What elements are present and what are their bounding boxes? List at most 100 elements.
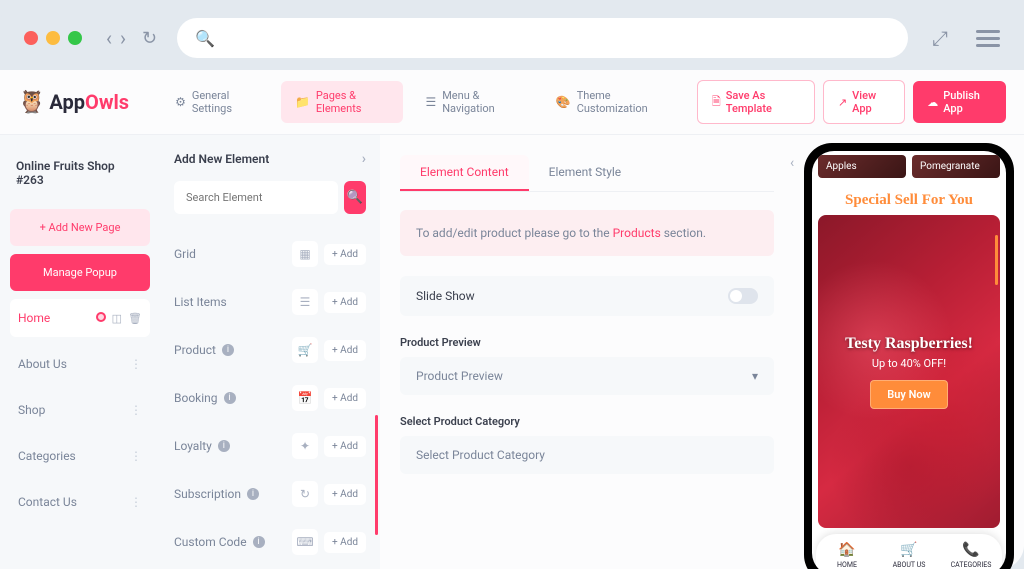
slide-show-toggle-row: Slide Show (400, 276, 774, 316)
list-icon: ☰ (292, 289, 318, 315)
content-panel: Element Content Element Style To add/edi… (380, 135, 794, 569)
nav-home[interactable]: 🏠 HOME (816, 534, 878, 569)
page-label: Contact Us (18, 495, 77, 509)
palette-icon: 🎨 (556, 95, 571, 109)
scrollbar[interactable] (995, 235, 998, 285)
nav-menu-navigation[interactable]: ☰ Menu & Navigation (411, 81, 533, 123)
buy-now-button[interactable]: Buy Now (870, 380, 947, 409)
info-icon[interactable]: i (222, 344, 234, 356)
chevron-left-icon[interactable]: ‹ (790, 155, 794, 171)
slide-show-toggle[interactable] (728, 288, 758, 304)
nav-label: CATEGORIES (951, 561, 992, 569)
phone-icon: 📞 (962, 542, 979, 558)
view-app-button[interactable]: ↗ View App (823, 80, 905, 124)
logo-text-owls: Owls (85, 90, 129, 114)
category-chip-apples[interactable]: Apples (818, 155, 906, 178)
tab-element-content[interactable]: Element Content (400, 155, 529, 191)
add-product-button[interactable]: + Add (324, 340, 366, 361)
sidebar-page-contact[interactable]: Contact Us ⋮ (10, 483, 150, 521)
products-link[interactable]: Products (613, 226, 661, 240)
nav-pages-elements[interactable]: 📁 Pages & Elements (281, 81, 404, 123)
nav-categories[interactable]: 📞 CATEGORIES (940, 534, 1002, 569)
expand-icon[interactable]: ⤢ (932, 26, 948, 50)
nav-about[interactable]: 🛒 ABOUT US (878, 534, 940, 569)
info-icon[interactable]: i (253, 536, 265, 548)
logo-text-app: App (49, 90, 85, 114)
add-subscription-button[interactable]: + Add (324, 484, 366, 505)
nav-label: HOME (837, 561, 857, 569)
sidebar-page-home[interactable]: Home ◫ 🗑 (10, 299, 150, 337)
maximize-window-icon[interactable] (68, 31, 82, 45)
add-code-button[interactable]: + Add (324, 532, 366, 553)
chevron-right-icon[interactable]: › (362, 151, 366, 167)
sidebar-page-categories[interactable]: Categories ⋮ (10, 437, 150, 475)
nav-label: General Settings (192, 89, 259, 115)
nav-label: Menu & Navigation (442, 89, 520, 115)
external-icon: ↗ (838, 96, 847, 109)
delete-icon[interactable]: 🗑 (128, 312, 142, 325)
info-icon[interactable]: i (247, 488, 259, 500)
gear-icon: ⚙ (175, 95, 186, 109)
category-chip-pomegranate[interactable]: Pomegranate (912, 155, 1000, 178)
menu-icon[interactable] (976, 26, 1000, 51)
nav-theme-customization[interactable]: 🎨 Theme Customization (542, 81, 681, 123)
add-grid-button[interactable]: + Add (324, 244, 366, 265)
product-category-select[interactable]: Select Product Category (400, 436, 774, 474)
save-template-button[interactable]: 🗎 Save As Template (697, 80, 815, 124)
element-booking: Booking i 📅 + Add (174, 374, 366, 422)
search-element-input[interactable] (174, 181, 338, 214)
manage-popup-button[interactable]: Manage Popup (10, 254, 150, 291)
more-icon[interactable]: ⋮ (130, 449, 142, 463)
copy-icon[interactable]: ◫ (112, 312, 122, 325)
owl-icon: 🦉 (18, 90, 45, 115)
cart-icon: 🛒 (292, 337, 318, 363)
select-category-label: Select Product Category (400, 415, 774, 428)
element-label: Product (174, 343, 216, 357)
phone-bottom-nav: 🏠 HOME 🛒 ABOUT US 📞 CATEGORIES (816, 534, 1002, 569)
page-label: Shop (18, 403, 45, 417)
traffic-lights (24, 31, 82, 45)
add-booking-button[interactable]: + Add (324, 388, 366, 409)
search-icon: 🔍 (347, 190, 363, 205)
add-loyalty-button[interactable]: + Add (324, 436, 366, 457)
element-label: Grid (174, 247, 196, 261)
refresh-icon: ↻ (292, 481, 318, 507)
star-icon: ✦ (292, 433, 318, 459)
url-bar[interactable]: 🔍 (177, 18, 908, 58)
add-new-page-button[interactable]: + Add New Page (10, 209, 150, 246)
more-icon[interactable]: ⋮ (130, 495, 142, 509)
browser-chrome: ‹ › ↻ 🔍 ⤢ (0, 0, 1024, 70)
search-button[interactable]: 🔍 (344, 181, 366, 214)
nav-general-settings[interactable]: ⚙ General Settings (161, 81, 273, 123)
logo: 🦉 AppOwls (18, 90, 129, 115)
forward-icon[interactable]: › (120, 26, 126, 50)
reload-icon[interactable]: ↻ (142, 28, 157, 49)
phone-screen: Apples Pomegranate Special Sell For You … (812, 151, 1006, 569)
nav-label: Pages & Elements (316, 89, 390, 115)
top-bar: 🦉 AppOwls ⚙ General Settings 📁 Pages & E… (0, 70, 1024, 135)
element-grid: Grid ▦ + Add (174, 230, 366, 278)
close-window-icon[interactable] (24, 31, 38, 45)
sidebar-page-shop[interactable]: Shop ⋮ (10, 391, 150, 429)
minimize-window-icon[interactable] (46, 31, 60, 45)
more-icon[interactable]: ⋮ (130, 403, 142, 417)
scrollbar[interactable] (375, 415, 378, 535)
product-preview-select[interactable]: Product Preview ▾ (400, 357, 774, 395)
back-icon[interactable]: ‹ (106, 26, 112, 50)
hero-title: Testy Raspberries! (845, 335, 973, 353)
more-icon[interactable]: ⋮ (130, 357, 142, 371)
tab-element-style[interactable]: Element Style (529, 155, 642, 191)
element-product: Product i 🛒 + Add (174, 326, 366, 374)
page-label: Home (18, 311, 50, 325)
add-list-button[interactable]: + Add (324, 292, 366, 313)
sidebar-page-about[interactable]: About Us ⋮ (10, 345, 150, 383)
info-icon[interactable]: i (218, 440, 230, 452)
nav-label: ABOUT US (893, 561, 926, 569)
info-icon[interactable]: i (224, 392, 236, 404)
toggle-label: Slide Show (416, 289, 475, 303)
publish-app-button[interactable]: ☁ Publish App (913, 81, 1006, 123)
notice-text: To add/edit product please go to the (416, 226, 613, 240)
grid-icon: ▦ (292, 241, 318, 267)
section-title: Special Sell For You (812, 182, 1006, 215)
elements-panel: Add New Element › 🔍 Grid ▦ + Add List It… (160, 135, 380, 569)
